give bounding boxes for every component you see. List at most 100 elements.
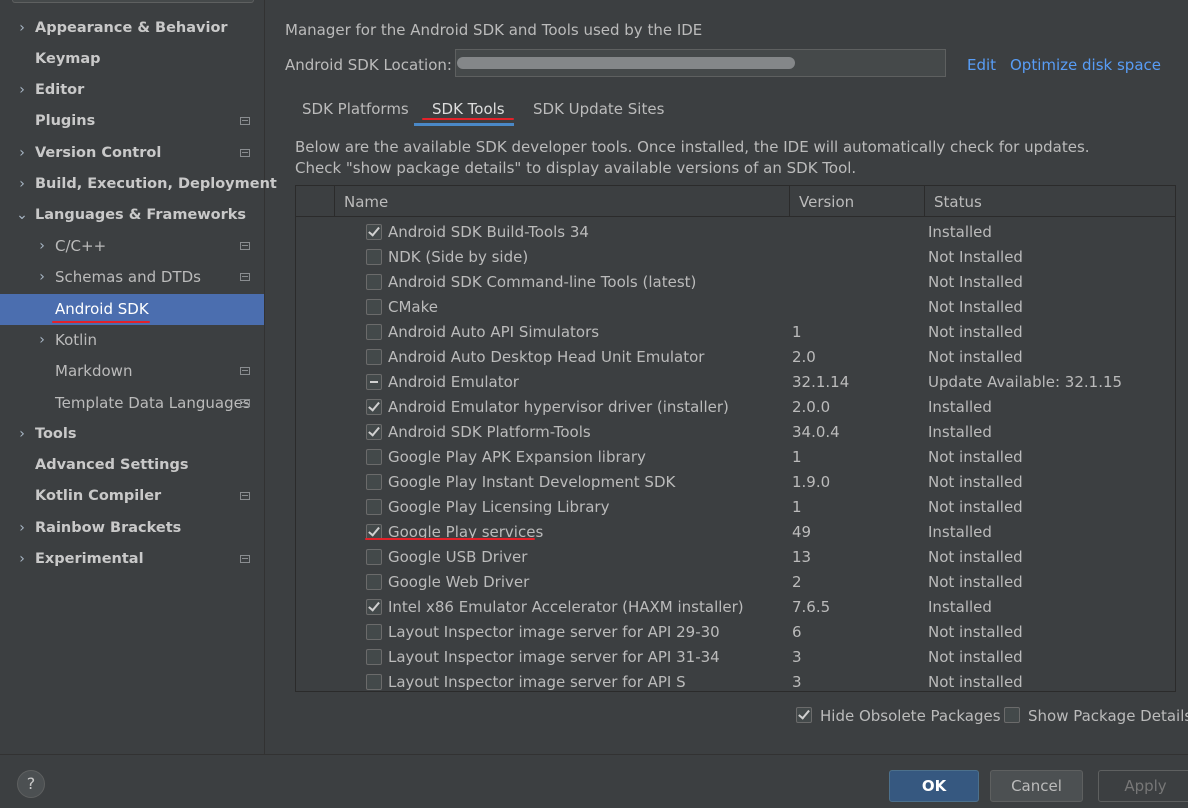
show-package-details-checkbox[interactable]: [1004, 707, 1020, 723]
row-name: Layout Inspector image server for API 29…: [388, 623, 720, 641]
row-checkbox[interactable]: [366, 599, 382, 615]
chevron-right-icon[interactable]: ›: [16, 13, 28, 44]
ok-button[interactable]: OK: [889, 770, 979, 802]
chevron-right-icon[interactable]: ›: [16, 169, 28, 200]
sidebar-item-keymap[interactable]: Keymap: [0, 44, 264, 75]
show-package-details-label[interactable]: Show Package Details: [1028, 707, 1188, 725]
chevron-right-icon[interactable]: ›: [36, 231, 48, 262]
row-checkbox[interactable]: [366, 449, 382, 465]
sdk-location-field[interactable]: [455, 49, 946, 77]
chevron-right-icon[interactable]: ›: [16, 513, 28, 544]
tab-sdk-update-sites[interactable]: SDK Update Sites: [533, 98, 664, 126]
row-checkbox[interactable]: [366, 399, 382, 415]
sidebar-item-version-control[interactable]: › Version Control: [0, 138, 264, 169]
sidebar-item-tools[interactable]: › Tools: [0, 419, 264, 450]
table-row[interactable]: Google Play Instant Development SDK 1.9.0…: [296, 470, 1175, 495]
table-row[interactable]: Android SDK Build-Tools 34 Installed: [296, 220, 1175, 245]
sidebar-item-plugins[interactable]: Plugins: [0, 106, 264, 137]
project-settings-icon: [240, 399, 250, 407]
row-checkbox[interactable]: [366, 274, 382, 290]
row-checkbox[interactable]: [366, 349, 382, 365]
column-header-name[interactable]: Name: [334, 186, 790, 216]
hide-obsolete-label[interactable]: Hide Obsolete Packages: [820, 707, 1001, 725]
table-row[interactable]: Android Emulator 32.1.14 Update Available:…: [296, 370, 1175, 395]
table-row[interactable]: Google Play services 49 Installed: [296, 520, 1175, 545]
table-row[interactable]: Layout Inspector image server for API 29…: [296, 620, 1175, 645]
sidebar-item-build-execution-deployment[interactable]: › Build, Execution, Deployment: [0, 169, 277, 200]
table-row[interactable]: Android SDK Platform-Tools 34.0.4 Installe…: [296, 420, 1175, 445]
row-status: Installed: [928, 398, 992, 416]
sidebar-item-experimental[interactable]: › Experimental: [0, 544, 264, 575]
table-row[interactable]: Layout Inspector image server for API 31…: [296, 645, 1175, 670]
row-status: Not installed: [928, 498, 1023, 516]
row-checkbox[interactable]: [366, 649, 382, 665]
table-row[interactable]: Layout Inspector image server for API S 3…: [296, 670, 1175, 691]
cancel-button[interactable]: Cancel: [990, 770, 1083, 802]
row-status: Not installed: [928, 623, 1023, 641]
row-checkbox[interactable]: [366, 374, 382, 390]
table-row[interactable]: Android Auto Desktop Head Unit Emulator 2…: [296, 345, 1175, 370]
row-checkbox[interactable]: [366, 224, 382, 240]
sidebar-item-markdown[interactable]: Markdown: [0, 356, 264, 387]
optimize-disk-space-link[interactable]: Optimize disk space: [1010, 56, 1161, 74]
row-checkbox[interactable]: [366, 574, 382, 590]
sidebar-item-schemas-and-dtds[interactable]: › Schemas and DTDs: [0, 262, 264, 293]
table-row[interactable]: Android Emulator hypervisor driver (inst…: [296, 395, 1175, 420]
row-status: Not Installed: [928, 273, 1023, 291]
table-row[interactable]: Google Web Driver 2 Not installed: [296, 570, 1175, 595]
row-name: Android SDK Build-Tools 34: [388, 223, 589, 241]
sidebar-item-label: Plugins: [35, 113, 96, 129]
row-version: 2.0: [792, 348, 816, 366]
row-version: 6: [792, 623, 802, 641]
row-checkbox[interactable]: [366, 624, 382, 640]
table-row[interactable]: Google USB Driver 13 Not installed: [296, 545, 1175, 570]
sidebar-item-languages-frameworks[interactable]: ⌄ Languages & Frameworks: [0, 200, 264, 231]
row-checkbox[interactable]: [366, 499, 382, 515]
description-line-2: Check "show package details" to display …: [295, 159, 857, 177]
row-checkbox[interactable]: [366, 549, 382, 565]
row-status: Not installed: [928, 673, 1023, 691]
chevron-down-icon[interactable]: ⌄: [16, 200, 28, 231]
chevron-right-icon[interactable]: ›: [16, 138, 28, 169]
row-checkbox[interactable]: [366, 299, 382, 315]
row-checkbox[interactable]: [366, 474, 382, 490]
apply-button[interactable]: Apply: [1098, 770, 1188, 802]
sidebar-item-kotlin-compiler[interactable]: Kotlin Compiler: [0, 481, 264, 512]
chevron-right-icon[interactable]: ›: [16, 544, 28, 575]
sidebar-item-editor[interactable]: › Editor: [0, 75, 264, 106]
chevron-right-icon[interactable]: ›: [16, 75, 28, 106]
column-header-status[interactable]: Status: [924, 186, 1175, 216]
row-checkbox[interactable]: [366, 249, 382, 265]
edit-link[interactable]: Edit: [967, 56, 996, 74]
sidebar-item-template-data-languages[interactable]: Template Data Languages: [0, 388, 264, 419]
chevron-right-icon[interactable]: ›: [16, 419, 28, 450]
table-row[interactable]: Android Auto API Simulators 1 Not installe…: [296, 320, 1175, 345]
chevron-right-icon[interactable]: ›: [36, 262, 48, 293]
chevron-right-icon[interactable]: ›: [36, 325, 48, 356]
project-settings-icon: [240, 367, 250, 375]
row-checkbox[interactable]: [366, 424, 382, 440]
table-row[interactable]: CMake Not Installed: [296, 295, 1175, 320]
table-row[interactable]: Google Play Licensing Library 1 Not instal…: [296, 495, 1175, 520]
sidebar-search-field[interactable]: [12, 0, 254, 3]
row-checkbox[interactable]: [366, 674, 382, 690]
sidebar-item-advanced-settings[interactable]: Advanced Settings: [0, 450, 264, 481]
sidebar-item-appearance-behavior[interactable]: › Appearance & Behavior: [0, 13, 264, 44]
column-header-version[interactable]: Version: [789, 186, 925, 216]
sidebar-item-rainbow-brackets[interactable]: › Rainbow Brackets: [0, 513, 264, 544]
row-status: Not installed: [928, 348, 1023, 366]
hide-obsolete-checkbox[interactable]: [796, 707, 812, 723]
row-name: Intel x86 Emulator Accelerator (HAXM ins…: [388, 598, 744, 616]
table-row[interactable]: NDK (Side by side) Not Installed: [296, 245, 1175, 270]
table-row[interactable]: Google Play APK Expansion library 1 Not in…: [296, 445, 1175, 470]
table-row[interactable]: Android SDK Command-line Tools (latest) N…: [296, 270, 1175, 295]
table-row[interactable]: Intel x86 Emulator Accelerator (HAXM ins…: [296, 595, 1175, 620]
sidebar-item-c-c[interactable]: › C/C++: [0, 231, 264, 262]
project-settings-icon: [240, 117, 250, 125]
help-icon[interactable]: ?: [17, 770, 45, 798]
tab-sdk-tools[interactable]: SDK Tools: [432, 98, 505, 126]
row-checkbox[interactable]: [366, 324, 382, 340]
tab-sdk-platforms[interactable]: SDK Platforms: [302, 98, 409, 126]
active-tab-indicator: [414, 123, 514, 126]
sidebar-item-kotlin[interactable]: › Kotlin: [0, 325, 264, 356]
